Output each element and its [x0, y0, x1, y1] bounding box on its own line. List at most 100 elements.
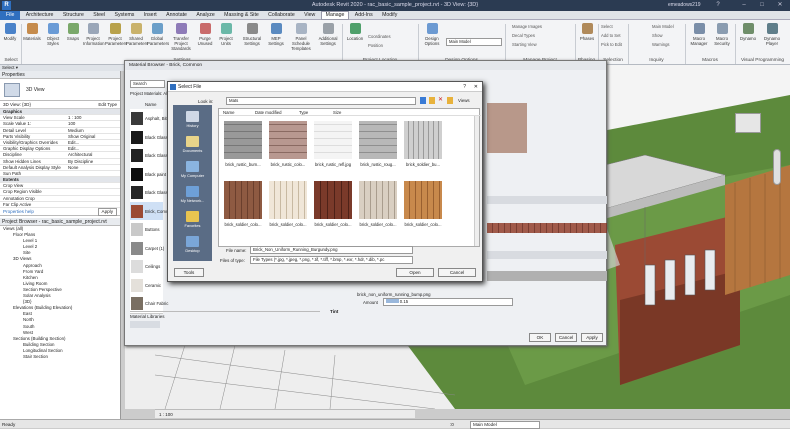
panel-schedule-templates-button[interactable]: Panel Schedule Templates: [288, 23, 314, 51]
phases-button[interactable]: Phases: [577, 23, 597, 41]
material-list-item[interactable]: Carpet (1): [130, 238, 164, 259]
delete-icon[interactable]: ✕: [438, 97, 444, 104]
material-list-item[interactable]: Buttons: [130, 220, 163, 240]
material-list-item[interactable]: Black Glass: [130, 183, 168, 203]
tab-insert[interactable]: Insert: [140, 11, 161, 20]
project-parameters-button[interactable]: Project Parameters: [105, 23, 127, 46]
up-folder-icon[interactable]: [429, 97, 435, 104]
tab-collaborate[interactable]: Collaborate: [264, 11, 299, 20]
tools-button[interactable]: Tools: [174, 268, 204, 277]
select-button[interactable]: Select: [601, 24, 613, 29]
cancel-button[interactable]: Cancel: [555, 333, 577, 342]
design-options-button[interactable]: Design Options: [421, 23, 443, 46]
tab-manage[interactable]: Manage: [320, 11, 350, 20]
place-documents[interactable]: Documents: [173, 136, 212, 153]
help-icon[interactable]: ?: [712, 1, 724, 10]
back-icon[interactable]: [420, 97, 426, 104]
files-of-type-select[interactable]: File Types (*.jpg, *.jpeg, *.png, *.tif,…: [250, 256, 413, 264]
location-button[interactable]: Location: [345, 23, 365, 41]
object-styles-button[interactable]: Object Styles: [43, 23, 63, 46]
tab-annotate[interactable]: Annotate: [162, 11, 191, 20]
material-list-item[interactable]: Ceramic: [130, 275, 163, 296]
mep-settings-button[interactable]: MEP Settings: [266, 23, 286, 46]
file-name[interactable]: brick_rustic_refl.jpg: [311, 162, 355, 167]
transfer-standards-button[interactable]: Transfer Project Standards: [169, 23, 193, 51]
structural-settings-button[interactable]: Structural Settings: [240, 23, 264, 46]
file-name-input[interactable]: Brick_Non_Uniform_Running_Burgundy.png: [250, 246, 413, 254]
dynamo-player-button[interactable]: Dynamo Player: [760, 23, 784, 46]
macro-manager-button[interactable]: Macro Manager: [688, 23, 710, 46]
material-list-item[interactable]: Asphalt, Bitumen: [130, 109, 177, 129]
place-favorites[interactable]: Favorites: [173, 211, 212, 228]
starting-view-button[interactable]: Starting View: [512, 42, 537, 47]
instance-selector[interactable]: 3D View: {3D} Edit Type: [0, 101, 120, 109]
file-name[interactable]: brick_rustic_colo...: [266, 162, 310, 167]
type-selector[interactable]: 3D View: [0, 79, 120, 101]
material-list-item[interactable]: Ceilings: [130, 257, 163, 277]
ids-of-selection-button[interactable]: Main Model: [652, 24, 674, 29]
dynamo-button[interactable]: Dynamo: [738, 23, 758, 41]
tab-file[interactable]: File: [0, 11, 21, 20]
view-cube[interactable]: [735, 113, 761, 133]
view-control-bar[interactable]: 1 : 100: [155, 409, 415, 418]
file-name[interactable]: brick_soldier_colo...: [401, 222, 445, 227]
file-thumbnail[interactable]: [224, 181, 262, 219]
position-button[interactable]: Position: [368, 43, 383, 48]
place-desktop[interactable]: Desktop: [173, 236, 212, 253]
file-name[interactable]: brick_rustic_roug...: [356, 162, 400, 167]
file-name[interactable]: brick_soldier_colo...: [266, 222, 310, 227]
file-name[interactable]: brick_soldier_bu...: [401, 162, 445, 167]
shared-parameters-button[interactable]: Shared Parameters: [126, 23, 148, 46]
tab-steel[interactable]: Steel: [89, 11, 109, 20]
file-list-scrollbar[interactable]: [474, 116, 479, 246]
coordinates-button[interactable]: Coordinates: [368, 34, 391, 39]
maximize-icon[interactable]: □: [756, 1, 768, 10]
ok-button[interactable]: OK: [529, 333, 551, 342]
place-my-computer[interactable]: My Computer: [173, 161, 212, 178]
place-my-network[interactable]: My Network...: [173, 186, 212, 203]
tab-massing-site[interactable]: Massing & Site: [220, 11, 263, 20]
file-name[interactable]: brick_rustic_burn...: [221, 162, 265, 167]
dialog-close-icon[interactable]: ✕: [474, 82, 478, 92]
macro-security-button[interactable]: Macro Security: [711, 23, 733, 46]
material-list-item[interactable]: Black paint: [130, 164, 166, 185]
views-menu[interactable]: Views: [458, 98, 470, 103]
browser-item[interactable]: Stair Section: [0, 354, 120, 360]
manage-images-button[interactable]: Manage Images: [512, 24, 542, 29]
additional-settings-button[interactable]: Additional Settings: [316, 23, 340, 46]
amount-slider[interactable]: 0.15: [383, 298, 513, 306]
material-list-item[interactable]: Brick, Common: [130, 201, 174, 222]
tab-systems[interactable]: Systems: [110, 11, 138, 20]
file-thumbnail[interactable]: [359, 181, 397, 219]
warnings-button[interactable]: Warnings: [652, 42, 670, 47]
new-folder-icon[interactable]: [447, 97, 453, 104]
project-units-button[interactable]: Project Units: [216, 23, 236, 46]
file-list[interactable]: Name Date modified Type Size brick_rusti…: [218, 108, 481, 247]
apply-button[interactable]: Apply: [581, 333, 603, 342]
decal-types-button[interactable]: Decal Types: [512, 33, 535, 38]
col-type[interactable]: Type: [299, 109, 308, 116]
col-date-modified[interactable]: Date modified: [255, 109, 282, 116]
file-thumbnail[interactable]: [269, 181, 307, 219]
tab-structure[interactable]: Structure: [59, 11, 88, 20]
project-information-button[interactable]: Project Information: [83, 23, 105, 46]
file-thumbnail[interactable]: [269, 121, 307, 159]
user-name[interactable]: emeadows219: [668, 2, 701, 8]
dialog-help-icon[interactable]: ?: [463, 82, 466, 92]
file-thumbnail[interactable]: [404, 121, 442, 159]
file-thumbnail[interactable]: [314, 121, 352, 159]
materials-button[interactable]: Materials: [22, 23, 42, 41]
show-button[interactable]: Show: [652, 33, 662, 38]
pick-to-edit-button[interactable]: Pick to Edit: [601, 42, 622, 47]
tab-add-ins[interactable]: Add-Ins: [351, 11, 377, 20]
minimize-icon[interactable]: –: [738, 1, 750, 10]
close-icon[interactable]: ✕: [774, 1, 786, 10]
material-list-item[interactable]: Black Glass: [130, 146, 168, 166]
tab-view[interactable]: View: [300, 11, 319, 20]
material-search-input[interactable]: Search: [130, 80, 165, 88]
library-toolbar[interactable]: [130, 321, 160, 328]
file-thumbnail[interactable]: [404, 181, 442, 219]
dialog-cancel-button[interactable]: Cancel: [438, 268, 476, 277]
snaps-button[interactable]: Snaps: [63, 23, 83, 41]
file-thumbnail[interactable]: [224, 121, 262, 159]
